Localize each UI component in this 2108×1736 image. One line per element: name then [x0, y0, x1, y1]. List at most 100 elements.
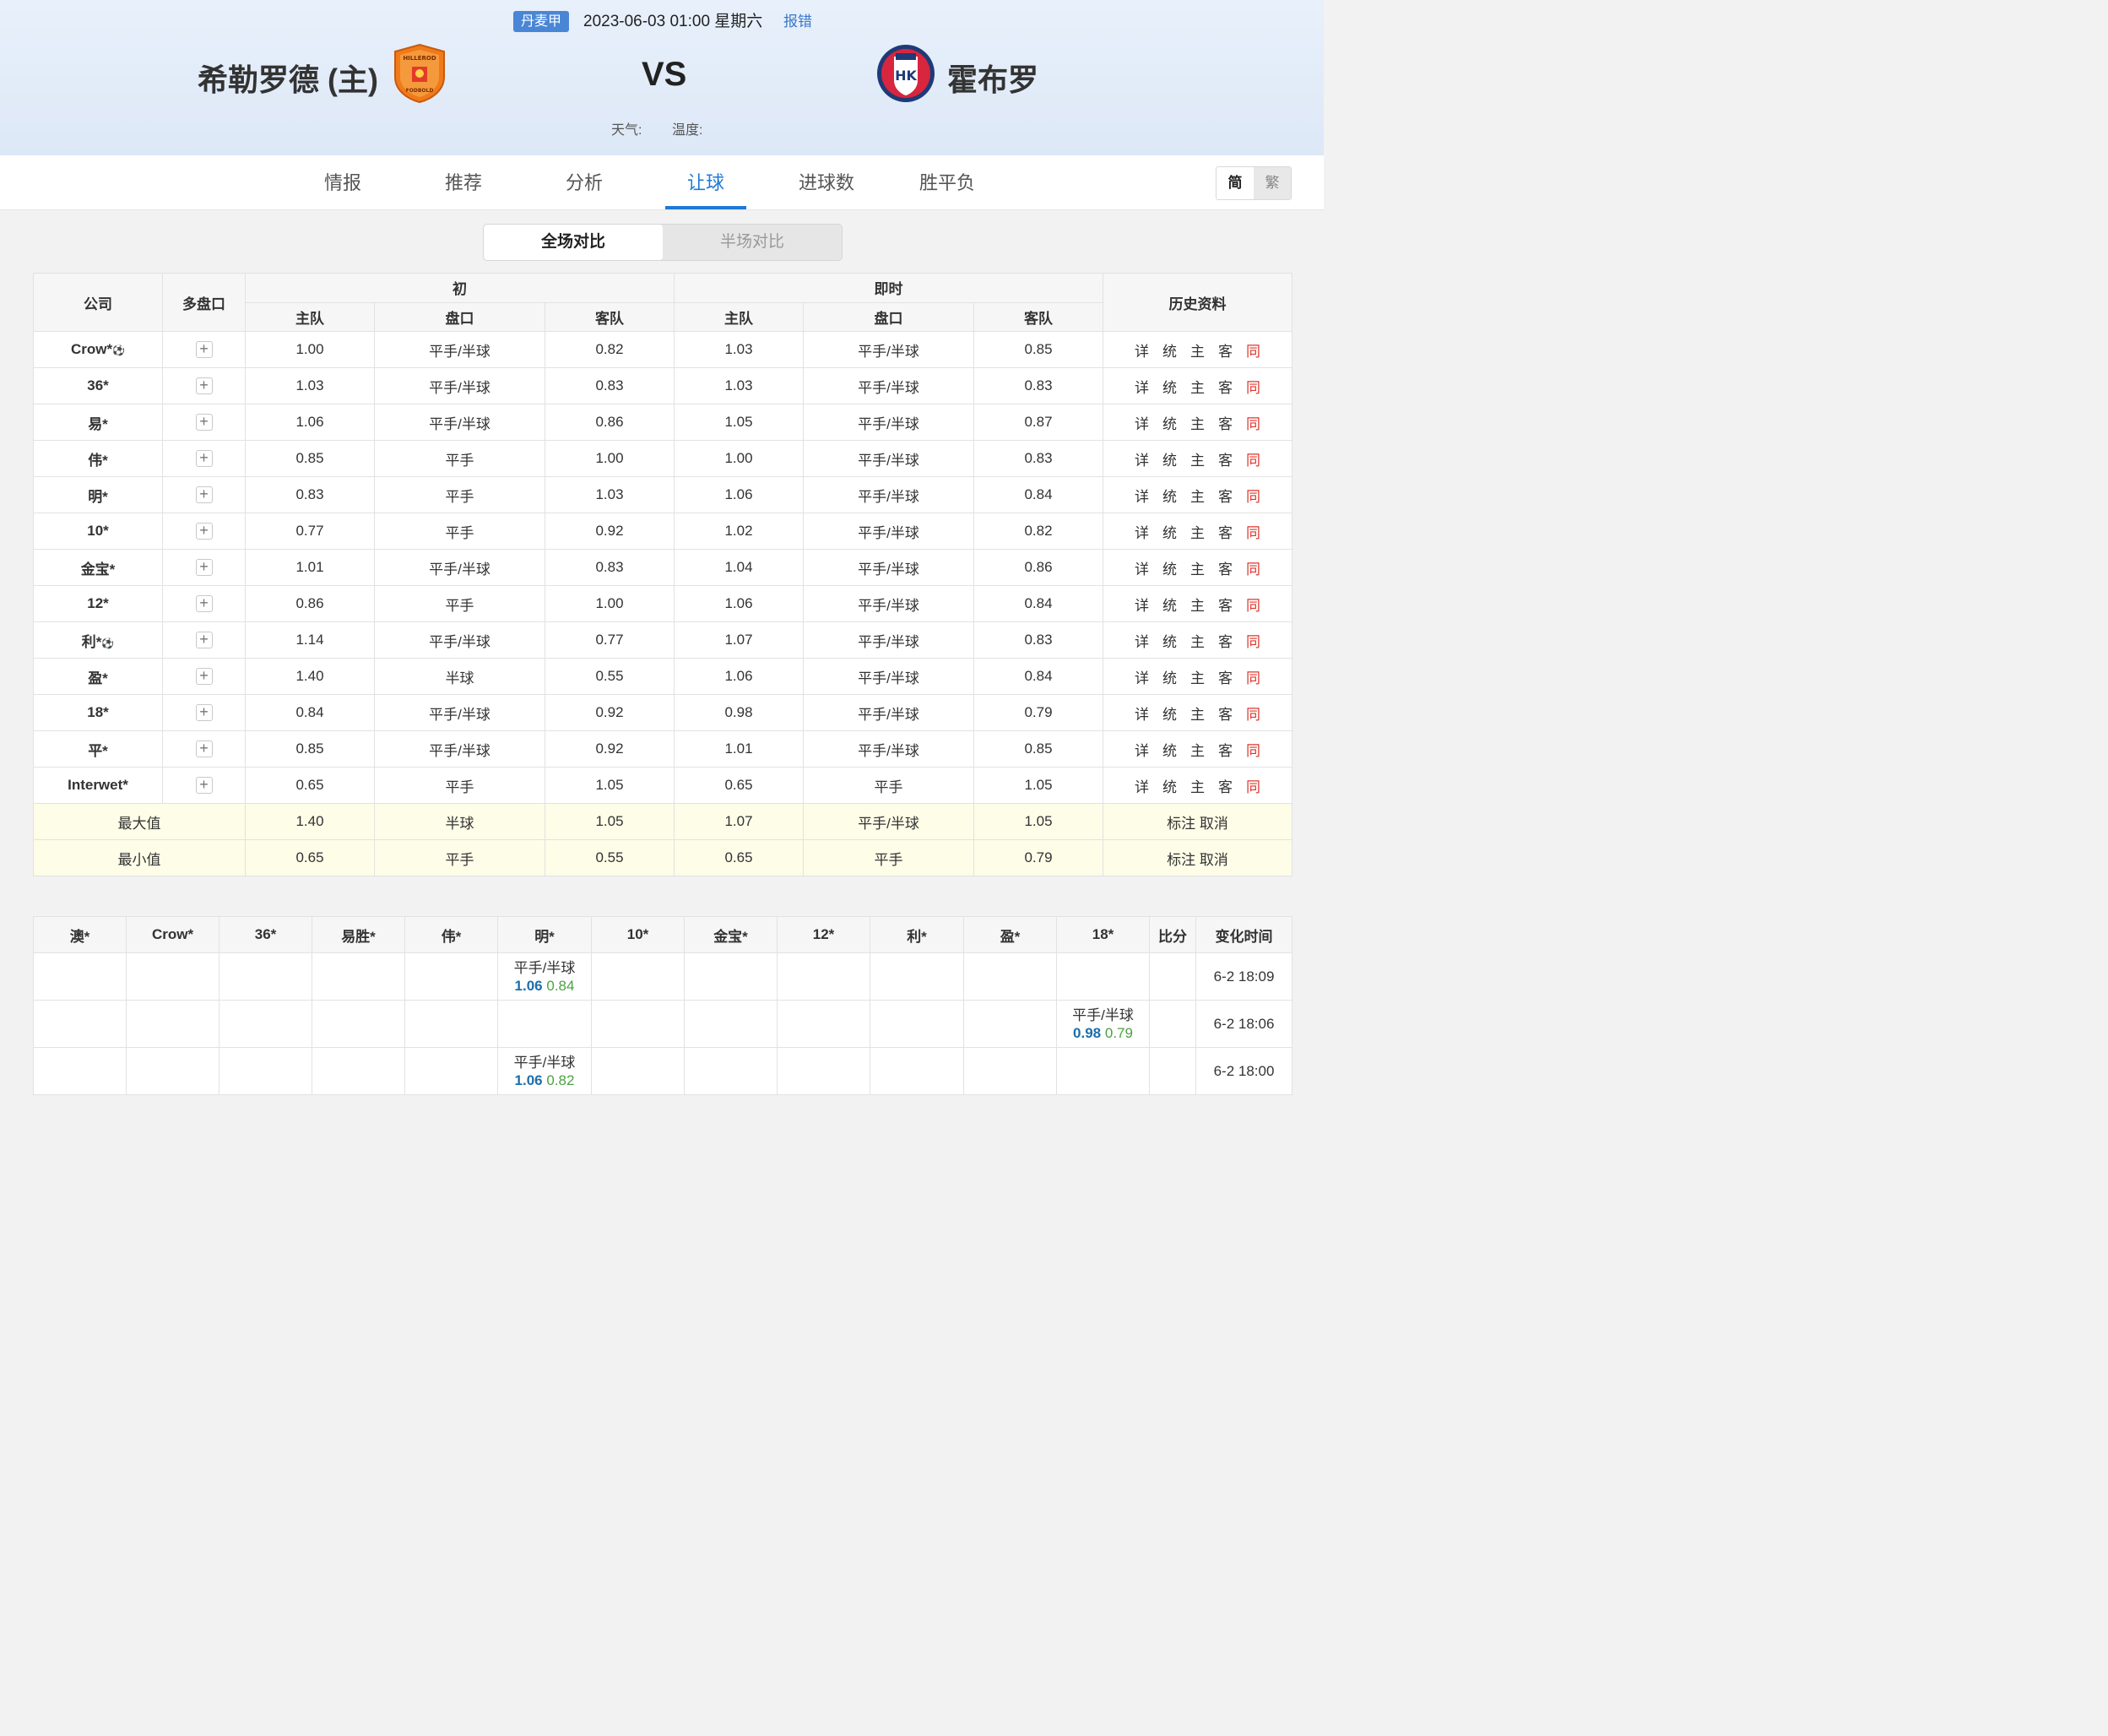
history-link[interactable]: 同 — [1246, 448, 1260, 469]
history-link[interactable]: 详 — [1135, 448, 1149, 469]
history-link[interactable]: 统 — [1162, 739, 1177, 760]
expand-plus-icon[interactable]: + — [195, 377, 213, 394]
history-link[interactable]: 详 — [1135, 630, 1149, 651]
history-link[interactable]: 详 — [1135, 557, 1149, 578]
company-name[interactable]: 36* — [33, 367, 163, 404]
expand-plus-icon[interactable]: + — [195, 668, 213, 685]
history-link[interactable]: 同 — [1246, 485, 1260, 506]
expand-plus-icon[interactable]: + — [195, 486, 213, 503]
company-name[interactable]: 易* — [33, 404, 163, 441]
mark-link[interactable]: 标注 — [1167, 852, 1195, 868]
expand-plus-icon[interactable]: + — [195, 341, 213, 358]
report-error-link[interactable]: 报错 — [783, 11, 812, 32]
expand-plus-icon[interactable]: + — [195, 450, 213, 467]
expand-plus-icon[interactable]: + — [195, 777, 213, 794]
history-link[interactable]: 客 — [1218, 412, 1233, 433]
history-link[interactable]: 主 — [1190, 339, 1205, 361]
history-link[interactable]: 客 — [1218, 739, 1233, 760]
history-link[interactable]: 客 — [1218, 485, 1233, 506]
history-link[interactable]: 同 — [1246, 630, 1260, 651]
history-link[interactable]: 客 — [1218, 376, 1233, 397]
history-link[interactable]: 同 — [1246, 594, 1260, 615]
history-link[interactable]: 客 — [1218, 666, 1233, 687]
history-link[interactable]: 主 — [1190, 412, 1205, 433]
history-link[interactable]: 统 — [1162, 630, 1177, 651]
company-name[interactable]: 18* — [33, 694, 163, 731]
history-link[interactable]: 同 — [1246, 412, 1260, 433]
expand-plus-icon[interactable]: + — [195, 632, 213, 648]
company-name[interactable]: Crow*⚽ — [33, 331, 163, 368]
history-link[interactable]: 同 — [1246, 339, 1260, 361]
history-link[interactable]: 客 — [1218, 448, 1233, 469]
history-link[interactable]: 统 — [1162, 521, 1177, 542]
company-name[interactable]: 12* — [33, 585, 163, 622]
history-link[interactable]: 统 — [1162, 412, 1177, 433]
lang-traditional-button[interactable]: 繁 — [1254, 167, 1291, 199]
league-badge[interactable]: 丹麦甲 — [513, 11, 570, 32]
company-name[interactable]: 伟* — [33, 440, 163, 477]
history-link[interactable]: 客 — [1218, 775, 1233, 796]
history-link[interactable]: 详 — [1135, 485, 1149, 506]
cancel-link[interactable]: 取消 — [1200, 816, 1228, 832]
history-link[interactable]: 同 — [1246, 739, 1260, 760]
cancel-link[interactable]: 取消 — [1200, 852, 1228, 868]
tab-1x2[interactable]: 胜平负 — [907, 155, 988, 209]
company-name[interactable]: 10* — [33, 513, 163, 550]
history-link[interactable]: 详 — [1135, 594, 1149, 615]
history-link[interactable]: 统 — [1162, 448, 1177, 469]
expand-plus-icon[interactable]: + — [195, 595, 213, 612]
company-name[interactable]: 金宝* — [33, 549, 163, 586]
history-link[interactable]: 同 — [1246, 376, 1260, 397]
tab-handicap[interactable]: 让球 — [665, 155, 746, 209]
history-link[interactable]: 详 — [1135, 703, 1149, 724]
history-link[interactable]: 统 — [1162, 376, 1177, 397]
history-link[interactable]: 同 — [1246, 703, 1260, 724]
mark-link[interactable]: 标注 — [1167, 816, 1195, 832]
home-team-name[interactable]: 希勒罗德 (主) — [198, 56, 378, 100]
tab-goals[interactable]: 进球数 — [786, 155, 867, 209]
company-name[interactable]: 明* — [33, 476, 163, 513]
away-team-name[interactable]: 霍布罗 — [947, 56, 1038, 100]
company-name[interactable]: 平* — [33, 730, 163, 768]
history-link[interactable]: 主 — [1190, 630, 1205, 651]
expand-plus-icon[interactable]: + — [195, 559, 213, 576]
history-link[interactable]: 主 — [1190, 594, 1205, 615]
history-link[interactable]: 统 — [1162, 703, 1177, 724]
tab-recommend[interactable]: 推荐 — [423, 155, 504, 209]
company-name[interactable]: 利*⚽ — [33, 621, 163, 659]
lang-simplified-button[interactable]: 简 — [1217, 167, 1254, 199]
history-link[interactable]: 统 — [1162, 666, 1177, 687]
history-link[interactable]: 同 — [1246, 775, 1260, 796]
expand-plus-icon[interactable]: + — [195, 523, 213, 540]
history-link[interactable]: 详 — [1135, 739, 1149, 760]
full-match-button[interactable]: 全场对比 — [484, 225, 663, 260]
history-link[interactable]: 主 — [1190, 775, 1205, 796]
history-link[interactable]: 客 — [1218, 557, 1233, 578]
history-link[interactable]: 主 — [1190, 485, 1205, 506]
history-link[interactable]: 客 — [1218, 703, 1233, 724]
half-match-button[interactable]: 半场对比 — [663, 225, 842, 260]
history-link[interactable]: 主 — [1190, 521, 1205, 542]
expand-plus-icon[interactable]: + — [195, 704, 213, 721]
history-link[interactable]: 主 — [1190, 376, 1205, 397]
history-link[interactable]: 统 — [1162, 594, 1177, 615]
history-link[interactable]: 统 — [1162, 775, 1177, 796]
company-name[interactable]: 盈* — [33, 658, 163, 695]
history-link[interactable]: 客 — [1218, 594, 1233, 615]
history-link[interactable]: 统 — [1162, 339, 1177, 361]
history-link[interactable]: 客 — [1218, 630, 1233, 651]
history-link[interactable]: 详 — [1135, 412, 1149, 433]
history-link[interactable]: 客 — [1218, 521, 1233, 542]
company-name[interactable]: Interwet* — [33, 767, 163, 804]
history-link[interactable]: 主 — [1190, 557, 1205, 578]
tab-intel[interactable]: 情报 — [302, 155, 383, 209]
expand-plus-icon[interactable]: + — [195, 741, 213, 757]
history-link[interactable]: 同 — [1246, 666, 1260, 687]
history-link[interactable]: 同 — [1246, 521, 1260, 542]
history-link[interactable]: 详 — [1135, 339, 1149, 361]
history-link[interactable]: 详 — [1135, 666, 1149, 687]
history-link[interactable]: 详 — [1135, 521, 1149, 542]
history-link[interactable]: 详 — [1135, 775, 1149, 796]
history-link[interactable]: 主 — [1190, 739, 1205, 760]
expand-plus-icon[interactable]: + — [195, 414, 213, 431]
